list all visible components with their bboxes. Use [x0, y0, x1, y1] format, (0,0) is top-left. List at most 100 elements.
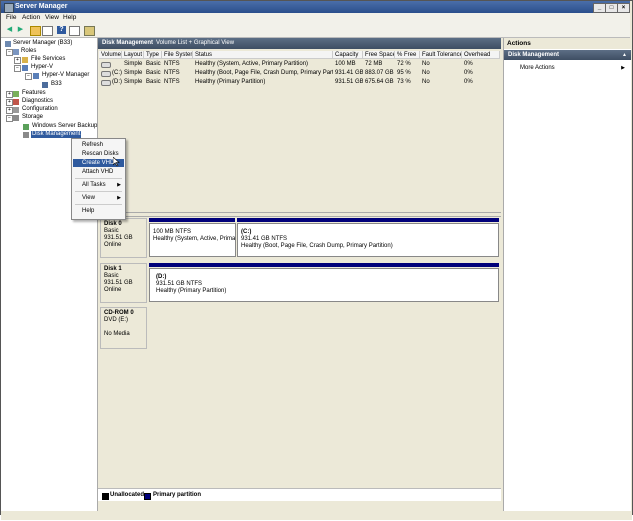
menu-action[interactable]: Action	[22, 14, 40, 21]
tree-item-hyperv[interactable]: Hyper-V	[31, 64, 53, 71]
refresh-icon[interactable]	[84, 26, 95, 36]
cell-percent-free: 72 %	[397, 61, 411, 67]
column-header-layout[interactable]: Layout	[122, 51, 144, 59]
column-header-type[interactable]: Type	[144, 51, 162, 59]
server-manager-icon	[4, 3, 14, 13]
pane-splitter[interactable]	[98, 212, 501, 217]
mouse-cursor-icon	[113, 157, 120, 167]
menu-item-view[interactable]: View ▶	[73, 194, 124, 202]
submenu-arrow-icon[interactable]: ▶	[621, 65, 625, 71]
cell-file-system: NTFS	[164, 79, 180, 85]
cell-capacity: 100 MB	[335, 61, 356, 67]
tree-item-b33[interactable]: B33	[51, 81, 62, 88]
server-icon	[5, 41, 11, 47]
menu-item-refresh[interactable]: Refresh	[73, 141, 124, 149]
column-header-file-system[interactable]: File System	[162, 51, 193, 59]
expand-icon[interactable]: +	[6, 99, 13, 106]
partition-status: Healthy (System, Active, Primary P	[153, 236, 236, 242]
actions-section-disk-management[interactable]: Disk Management ▲	[504, 50, 631, 60]
forward-icon[interactable]: ▶	[16, 26, 25, 34]
column-header-status[interactable]: Status	[193, 51, 333, 59]
partition-system-reserved[interactable]: 100 MB NTFS Healthy (System, Active, Pri…	[149, 223, 236, 257]
menu-item-label: All Tasks	[82, 182, 106, 188]
actions-pane: Actions Disk Management ▲ More Actions ▶	[503, 38, 631, 511]
tree-item-server-manager[interactable]: Server Manager (B33)	[13, 40, 72, 47]
column-header-volume[interactable]: Volume	[99, 51, 122, 59]
column-header-fault-tolerance[interactable]: Fault Tolerance	[420, 51, 462, 59]
legend-unallocated-label: Unallocated	[110, 492, 145, 498]
cell-fault-tolerance: No	[422, 61, 430, 67]
title-bar[interactable]: Server Manager _ □ ×	[1, 1, 630, 13]
tree-item-diagnostics[interactable]: Diagnostics	[22, 98, 53, 105]
computer-icon	[42, 82, 48, 88]
cell-type: Basic	[146, 70, 161, 76]
help-icon[interactable]: ?	[57, 26, 66, 34]
menu-item-help[interactable]: Help	[73, 207, 124, 215]
console-tree-icon[interactable]	[42, 26, 53, 36]
window-title: Server Manager	[15, 3, 68, 10]
storage-icon	[13, 115, 19, 121]
cell-volume	[110, 60, 122, 68]
partition-bar	[149, 218, 235, 222]
roles-icon	[13, 49, 19, 55]
cell-fault-tolerance: No	[422, 79, 430, 85]
menu-item-attach-vhd[interactable]: Attach VHD	[73, 168, 124, 176]
cell-status: Healthy (System, Active, Primary Partiti…	[195, 61, 309, 67]
cell-percent-free: 73 %	[397, 79, 411, 85]
collapse-icon[interactable]: −	[25, 73, 32, 80]
column-header-overhead[interactable]: Overhead	[462, 51, 500, 59]
tree-item-features[interactable]: Features	[22, 90, 46, 97]
back-icon[interactable]: ◀	[5, 26, 14, 34]
cell-type: Basic	[146, 61, 161, 67]
legend: Unallocated Primary partition	[98, 488, 501, 501]
column-header-percent-free[interactable]: % Free	[395, 51, 420, 59]
menu-separator	[75, 191, 122, 192]
context-menu: Refresh Rescan Disks Create VHD Attach V…	[71, 138, 126, 220]
tree-item-hyperv-manager[interactable]: Hyper-V Manager	[42, 72, 89, 79]
disk-0-size: 931.51 GB	[104, 235, 133, 241]
tree-item-windows-server-backup[interactable]: Windows Server Backup	[32, 123, 97, 130]
more-actions-link[interactable]: More Actions	[520, 65, 555, 71]
expand-icon[interactable]: +	[14, 57, 21, 64]
column-header-free-space[interactable]: Free Space	[363, 51, 395, 59]
tree-item-roles[interactable]: Roles	[21, 48, 36, 55]
tree-item-disk-management[interactable]: Disk Management	[31, 131, 82, 138]
cell-volume: (C:)	[112, 70, 122, 76]
disk-0-info[interactable]: Disk 0 Basic 931.51 GB Online	[100, 218, 147, 258]
tree-item-storage[interactable]: Storage	[22, 114, 43, 121]
panel-subtitle: Volume List + Graphical View	[156, 40, 235, 46]
collapse-arrow-icon[interactable]: ▲	[622, 50, 627, 60]
menu-item-all-tasks[interactable]: All Tasks ▶	[73, 181, 124, 189]
partition-bar	[237, 218, 499, 222]
backup-icon	[23, 124, 29, 130]
partition-c[interactable]: (C:) 931.41 GB NTFS Healthy (Boot, Page …	[237, 223, 499, 257]
cell-free-space: 675.64 GB	[365, 79, 394, 85]
tree-item-configuration[interactable]: Configuration	[22, 106, 58, 113]
cdrom-0-state: No Media	[104, 331, 130, 337]
collapse-icon[interactable]: −	[14, 65, 21, 72]
disk-0-state: Online	[104, 242, 122, 248]
cdrom-0-info[interactable]: CD-ROM 0 DVD (E:) No Media	[100, 307, 147, 349]
cell-overhead: 0%	[464, 79, 473, 85]
partition-d[interactable]: (D:) 931.51 GB NTFS Healthy (Primary Par…	[149, 268, 499, 302]
close-icon[interactable]: ×	[617, 3, 630, 13]
expand-icon[interactable]: +	[6, 107, 13, 114]
partition-status: Healthy (Primary Partition)	[156, 288, 227, 294]
collapse-icon[interactable]: −	[6, 115, 13, 122]
menu-help[interactable]: Help	[63, 14, 76, 21]
collapse-icon[interactable]: −	[6, 49, 13, 56]
partition-bar	[149, 263, 499, 267]
menu-view[interactable]: View	[45, 14, 59, 21]
expand-icon[interactable]: +	[6, 91, 13, 98]
file-services-icon	[22, 57, 28, 63]
column-header-capacity[interactable]: Capacity	[333, 51, 363, 59]
partition-label: (C:)	[241, 229, 252, 235]
partition-status: Healthy (Boot, Page File, Crash Dump, Pr…	[241, 243, 393, 249]
cell-layout: Simple	[124, 61, 143, 67]
properties-icon[interactable]	[69, 26, 80, 36]
up-folder-icon[interactable]	[30, 26, 41, 36]
cell-volume: (D:)	[112, 79, 122, 85]
tree-item-file-services[interactable]: File Services	[31, 56, 65, 63]
menu-file[interactable]: File	[6, 14, 16, 21]
disk-1-info[interactable]: Disk 1 Basic 931.51 GB Online	[100, 263, 147, 303]
